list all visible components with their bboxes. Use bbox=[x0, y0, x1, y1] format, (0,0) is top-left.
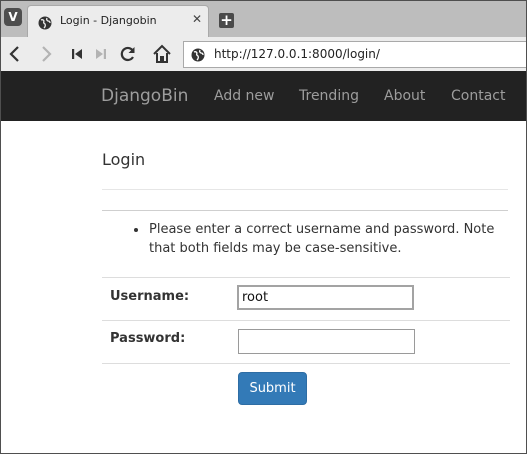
browser-toolbar: http://127.0.0.1:8000/login/ bbox=[1, 37, 526, 71]
table-row-divider bbox=[102, 363, 510, 364]
reload-icon[interactable] bbox=[118, 44, 138, 64]
divider bbox=[102, 189, 508, 190]
address-bar[interactable]: http://127.0.0.1:8000/login/ bbox=[183, 41, 526, 68]
username-field[interactable] bbox=[237, 285, 414, 310]
url-text[interactable]: http://127.0.0.1:8000/login/ bbox=[214, 47, 380, 61]
browser-window: V Login - Djangobin ✕ + http://127.0.0.1… bbox=[0, 0, 527, 454]
close-icon[interactable]: ✕ bbox=[190, 12, 204, 26]
forward-arrow-icon[interactable] bbox=[36, 44, 56, 64]
table-row-divider bbox=[102, 320, 510, 321]
home-icon[interactable] bbox=[152, 44, 172, 64]
rewind-icon[interactable] bbox=[67, 44, 87, 64]
globe-icon bbox=[38, 15, 52, 30]
brand-link[interactable]: DjangoBin bbox=[101, 86, 188, 106]
back-arrow-icon[interactable] bbox=[5, 44, 25, 64]
nav-link-about[interactable]: About bbox=[384, 88, 425, 104]
globe-icon[interactable] bbox=[191, 47, 205, 62]
tab-title: Login - Djangobin bbox=[60, 14, 157, 27]
nav-link-add-new[interactable]: Add new bbox=[214, 88, 275, 104]
new-tab-button[interactable]: + bbox=[219, 13, 234, 28]
fast-forward-icon[interactable] bbox=[91, 44, 111, 64]
password-field[interactable] bbox=[238, 329, 415, 354]
table-row-divider bbox=[102, 277, 510, 278]
page-title: Login bbox=[102, 150, 146, 169]
error-message: Please enter a correct username and pass… bbox=[102, 220, 510, 258]
vivaldi-logo-icon[interactable]: V bbox=[4, 8, 22, 26]
nav-link-contact[interactable]: Contact bbox=[451, 88, 505, 104]
tab-strip: V Login - Djangobin ✕ + bbox=[1, 1, 526, 37]
browser-tab[interactable]: Login - Djangobin ✕ bbox=[28, 6, 208, 37]
password-label: Password: bbox=[110, 331, 186, 346]
error-list: Please enter a correct username and pass… bbox=[102, 220, 510, 258]
divider bbox=[102, 210, 508, 211]
username-label: Username: bbox=[110, 289, 190, 304]
submit-button[interactable]: Submit bbox=[238, 372, 307, 405]
nav-link-trending[interactable]: Trending bbox=[299, 88, 359, 104]
site-navbar: DjangoBin Add new Trending About Contact bbox=[1, 71, 526, 121]
